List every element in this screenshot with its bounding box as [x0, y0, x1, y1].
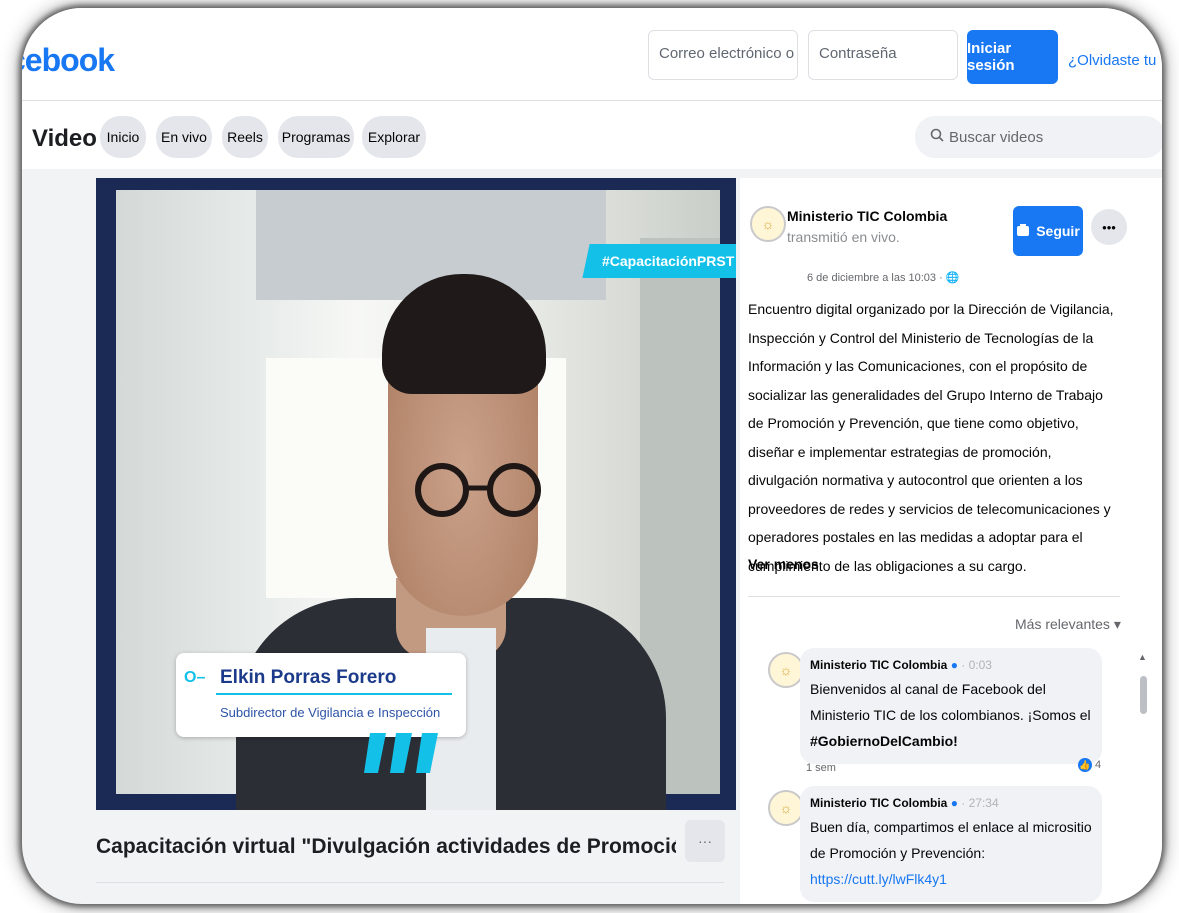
video-player[interactable]: #CapacitaciónPRST O– Elkin Porras Forero…	[96, 178, 736, 810]
key-icon: O–	[184, 669, 206, 686]
hashtag-banner: #CapacitaciónPRST	[582, 244, 736, 278]
comment-avatar[interactable]: ☼	[768, 652, 804, 688]
globe-icon: 🌐	[945, 272, 960, 284]
comment-author[interactable]: Ministerio TIC Colombia ● · 0:03	[810, 658, 1092, 672]
tab-reels[interactable]: Reels	[222, 116, 268, 158]
comments-scrollbar[interactable]	[1140, 676, 1147, 714]
scroll-up-arrow[interactable]: ▲	[1138, 652, 1147, 662]
verified-icon: ●	[950, 796, 958, 810]
post-action-text: transmitió en vivo.	[787, 229, 900, 245]
post-more-button[interactable]: •••	[1091, 209, 1127, 245]
post-description: Encuentro digital organizado por la Dire…	[748, 301, 1114, 574]
post-date[interactable]: 6 de diciembre a las 10:03 · 🌐	[807, 271, 960, 284]
forgot-password-link[interactable]: ¿Olvidaste tu	[1068, 52, 1156, 69]
follow-button[interactable]: Seguir	[1013, 206, 1083, 256]
page-name-link[interactable]: Ministerio TIC Colombia	[787, 208, 947, 224]
password-field[interactable]: Contraseña	[808, 30, 958, 80]
comment-text: Bienvenidos al canal de Facebook del Min…	[810, 681, 1091, 749]
micrositio-link[interactable]: https://cutt.ly/lwFlk4y1	[810, 871, 947, 887]
see-less-link[interactable]: Ver menos	[748, 556, 819, 572]
lower-third-line	[216, 693, 452, 695]
comment-author[interactable]: Ministerio TIC Colombia ● · 27:34	[810, 796, 1092, 810]
login-button[interactable]: Iniciar sesión	[967, 30, 1058, 84]
comment-item: Ministerio TIC Colombia ● · 0:03 Bienven…	[800, 648, 1102, 764]
more-icon: •••	[1102, 219, 1116, 235]
search-placeholder: Buscar videos	[949, 128, 1044, 146]
divider	[96, 882, 724, 883]
video-nav-bar: Video Inicio En vivo Reels Programas Exp…	[22, 101, 1162, 169]
divider	[748, 596, 1120, 597]
facebook-window: cebook Correo electrónico o tel Contrase…	[22, 8, 1162, 904]
tab-programas[interactable]: Programas	[278, 116, 354, 158]
comment-reactions[interactable]: 👍 4	[1078, 758, 1101, 772]
more-icon: ···	[698, 833, 712, 849]
follow-label: Seguir	[1036, 223, 1080, 239]
follow-icon	[1016, 223, 1030, 240]
comment-item: Ministerio TIC Colombia ● · 27:34 Buen d…	[800, 786, 1102, 902]
speaker-glasses	[415, 463, 541, 517]
email-field[interactable]: Correo electrónico o tel	[648, 30, 798, 80]
post-header: Ministerio TIC Colombia transmitió en vi…	[787, 206, 1002, 248]
search-icon	[930, 128, 944, 146]
tab-inicio[interactable]: Inicio	[100, 116, 146, 158]
tab-en-vivo[interactable]: En vivo	[156, 116, 212, 158]
decorative-stripes	[364, 733, 438, 773]
top-bar: cebook Correo electrónico o tel Contrase…	[22, 8, 1162, 101]
comment-sort-dropdown[interactable]: Más relevantes ▾	[1015, 616, 1121, 633]
facebook-logo[interactable]: cebook	[22, 42, 115, 79]
comment-time[interactable]: 1 sem	[806, 762, 836, 774]
comment-avatar[interactable]: ☼	[768, 790, 804, 826]
post-panel: ☼ Ministerio TIC Colombia transmitió en …	[740, 178, 1162, 904]
search-videos-input[interactable]: Buscar videos	[915, 116, 1162, 158]
video-title: Capacitación virtual "Divulgación activi…	[96, 835, 676, 858]
tab-explorar[interactable]: Explorar	[362, 116, 426, 158]
speaker-name: Elkin Porras Forero	[220, 667, 397, 688]
speaker-role: Subdirector de Vigilancia e Inspección	[220, 705, 441, 720]
speaker-lower-third: O– Elkin Porras Forero Subdirector de Vi…	[176, 653, 466, 737]
like-icon: 👍	[1078, 758, 1092, 772]
page-avatar[interactable]: ☼	[750, 206, 786, 242]
video-more-options-button[interactable]: ···	[685, 820, 725, 862]
section-title: Video	[32, 125, 97, 152]
comment-text: Buen día, compartimos el enlace al micro…	[810, 819, 1092, 887]
verified-icon: ●	[950, 658, 958, 672]
